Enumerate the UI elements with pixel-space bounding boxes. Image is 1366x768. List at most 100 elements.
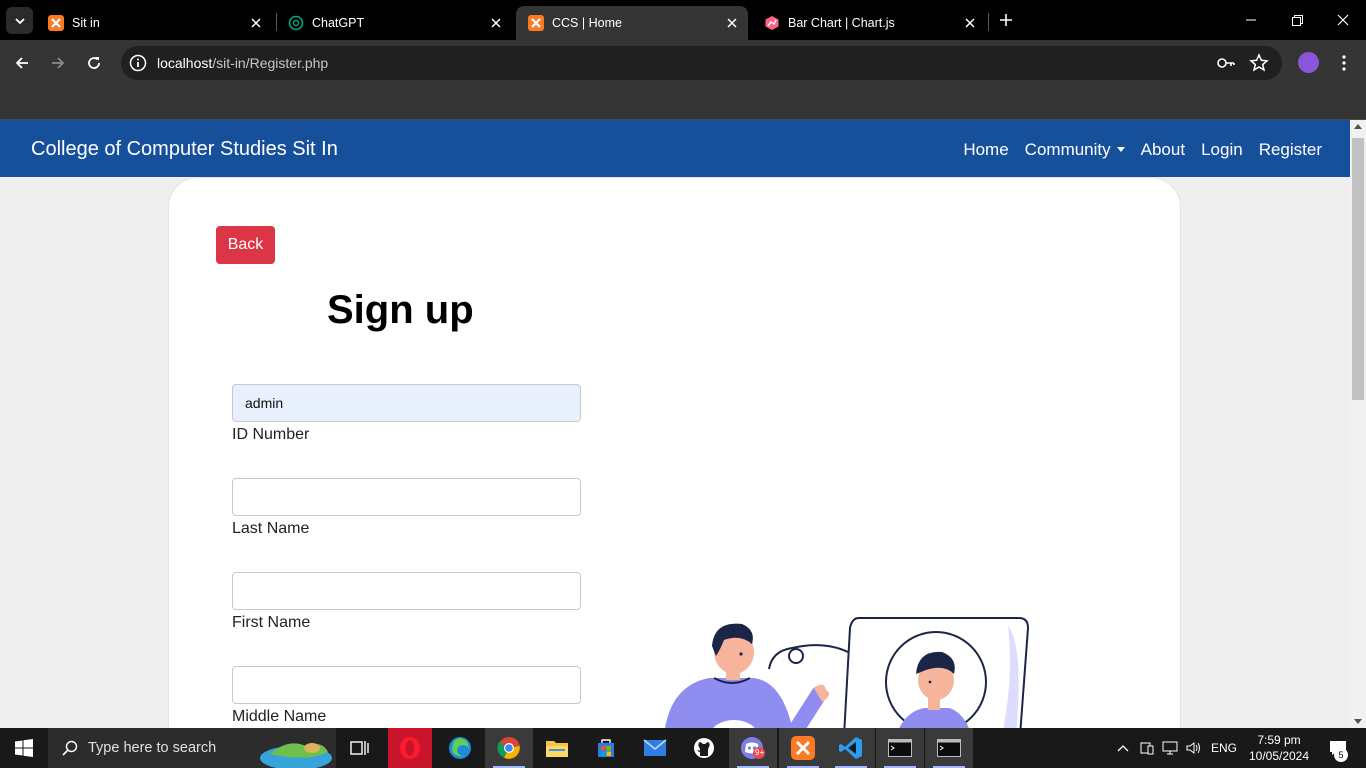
task-view-button[interactable] — [336, 728, 384, 768]
page-scrollbar[interactable] — [1350, 120, 1366, 728]
back-nav-button[interactable] — [7, 48, 37, 78]
tab-sit-in[interactable]: Sit in — [36, 6, 272, 40]
taskbar-file-explorer[interactable] — [533, 728, 581, 768]
site-info-icon[interactable] — [129, 54, 147, 72]
scroll-down-arrow[interactable] — [1354, 719, 1362, 724]
taskbar-store[interactable] — [582, 728, 630, 768]
tray-network-icon[interactable] — [1160, 728, 1182, 768]
github-icon — [694, 738, 714, 758]
nav-links: Home Community About Login Register — [963, 140, 1322, 160]
arrow-right-icon — [52, 57, 65, 69]
forward-nav-button[interactable] — [43, 48, 73, 78]
close-window-button[interactable] — [1320, 0, 1366, 40]
restore-button[interactable] — [1274, 0, 1320, 40]
chatgpt-icon — [288, 15, 304, 31]
reload-icon — [88, 57, 100, 69]
last-name-label: Last Name — [232, 520, 310, 537]
star-icon[interactable] — [1249, 53, 1269, 73]
taskbar-clock[interactable]: 7:59 pm 10/05/2024 — [1246, 732, 1312, 764]
tray-language[interactable]: ENG — [1208, 728, 1240, 768]
signup-illustration — [665, 617, 1030, 728]
tray-volume-icon[interactable] — [1184, 728, 1204, 768]
last-name-input[interactable] — [232, 478, 581, 516]
xampp-icon — [48, 15, 64, 31]
nav-community-dropdown[interactable]: Community — [1025, 140, 1125, 160]
close-tab-icon[interactable] — [246, 13, 266, 33]
vscode-icon — [839, 737, 862, 759]
taskbar-xampp[interactable] — [779, 728, 827, 768]
scrollbar-thumb[interactable] — [1352, 138, 1364, 400]
tray-overflow-button[interactable] — [1112, 728, 1134, 768]
browser-menu-button[interactable] — [1334, 52, 1354, 74]
id-number-label: ID Number — [232, 426, 310, 443]
clock-date: 10/05/2024 — [1248, 749, 1310, 763]
tab-chatgpt[interactable]: ChatGPT — [276, 6, 512, 40]
reload-button[interactable] — [79, 48, 109, 78]
close-tab-icon[interactable] — [722, 13, 742, 33]
profile-avatar[interactable] — [1298, 52, 1319, 73]
folder-icon — [546, 741, 568, 757]
nav-about-link[interactable]: About — [1141, 140, 1185, 160]
plus-icon — [1000, 14, 1012, 26]
tray-tablet-icon[interactable] — [1137, 728, 1157, 768]
taskbar-opera[interactable] — [388, 728, 432, 768]
task-view-icon — [350, 741, 369, 755]
first-name-input[interactable] — [232, 572, 581, 610]
close-tab-icon[interactable] — [960, 13, 980, 33]
more-vertical-icon — [1342, 55, 1346, 71]
browser-tab-strip: Sit in ChatGPT CCS | Home Bar Chart | Ch… — [0, 0, 1366, 40]
id-number-input[interactable]: admin — [232, 384, 581, 422]
taskbar-search-box[interactable]: Type here to search — [48, 728, 336, 768]
key-icon[interactable] — [1216, 54, 1236, 72]
windows-icon — [15, 739, 33, 757]
new-tab-button[interactable] — [993, 8, 1019, 32]
minimize-button[interactable] — [1228, 0, 1274, 40]
windows-taskbar: Type here to search 9+ ENG 7:59 pm 10/05… — [0, 728, 1366, 768]
nav-login-link[interactable]: Login — [1201, 140, 1243, 160]
chevron-up-icon — [1117, 745, 1129, 752]
start-button[interactable] — [0, 728, 48, 768]
taskbar-terminal-2[interactable] — [925, 728, 973, 768]
bookmarks-bar — [0, 86, 1366, 120]
address-bar[interactable]: localhost/sit-in/Register.php — [121, 46, 1282, 80]
xampp-icon — [528, 15, 544, 31]
taskbar-mail[interactable] — [631, 728, 679, 768]
taskbar-discord[interactable]: 9+ — [729, 728, 777, 768]
nav-register-link[interactable]: Register — [1259, 140, 1322, 160]
page-viewport: College of Computer Studies Sit In Home … — [0, 120, 1350, 728]
terminal-icon — [888, 739, 912, 757]
clock-time: 7:59 pm — [1257, 733, 1301, 747]
nav-home-link[interactable]: Home — [963, 140, 1008, 160]
tab-bar-chart[interactable]: Bar Chart | Chart.js — [752, 6, 986, 40]
url-path: /sit-in/Register.php — [212, 55, 329, 71]
scroll-up-arrow[interactable] — [1354, 124, 1362, 129]
taskbar-terminal-1[interactable] — [876, 728, 924, 768]
taskbar-vscode[interactable] — [827, 728, 875, 768]
taskbar-edge[interactable] — [436, 728, 484, 768]
search-highlight-icon — [260, 743, 332, 768]
network-icon — [1162, 741, 1178, 755]
close-tab-icon[interactable] — [486, 13, 506, 33]
site-brand[interactable]: College of Computer Studies Sit In — [31, 138, 338, 161]
taskbar-chrome[interactable] — [485, 728, 533, 768]
close-icon — [1337, 14, 1349, 26]
taskbar-github[interactable] — [680, 728, 728, 768]
site-navbar: College of Computer Studies Sit In Home … — [0, 120, 1350, 177]
tab-ccs-home[interactable]: CCS | Home — [516, 6, 748, 40]
middle-name-label: Middle Name — [232, 708, 327, 725]
page-title: Sign up — [327, 288, 474, 332]
speaker-icon — [1186, 742, 1200, 754]
tab-title: Bar Chart | Chart.js — [788, 16, 895, 30]
chevron-down-icon — [14, 17, 25, 24]
url-host: localhost — [157, 55, 213, 71]
back-button[interactable]: Back — [216, 226, 275, 264]
device-icon — [1140, 742, 1154, 755]
caret-down-icon — [1116, 147, 1125, 152]
opera-icon — [400, 737, 420, 759]
tab-divider — [988, 13, 989, 31]
url-text[interactable]: localhost/sit-in/Register.php — [157, 55, 328, 71]
xampp-icon — [791, 736, 815, 760]
notification-count-badge: 5 — [1334, 748, 1348, 762]
middle-name-input[interactable] — [232, 666, 581, 704]
tab-search-button[interactable] — [6, 7, 33, 34]
